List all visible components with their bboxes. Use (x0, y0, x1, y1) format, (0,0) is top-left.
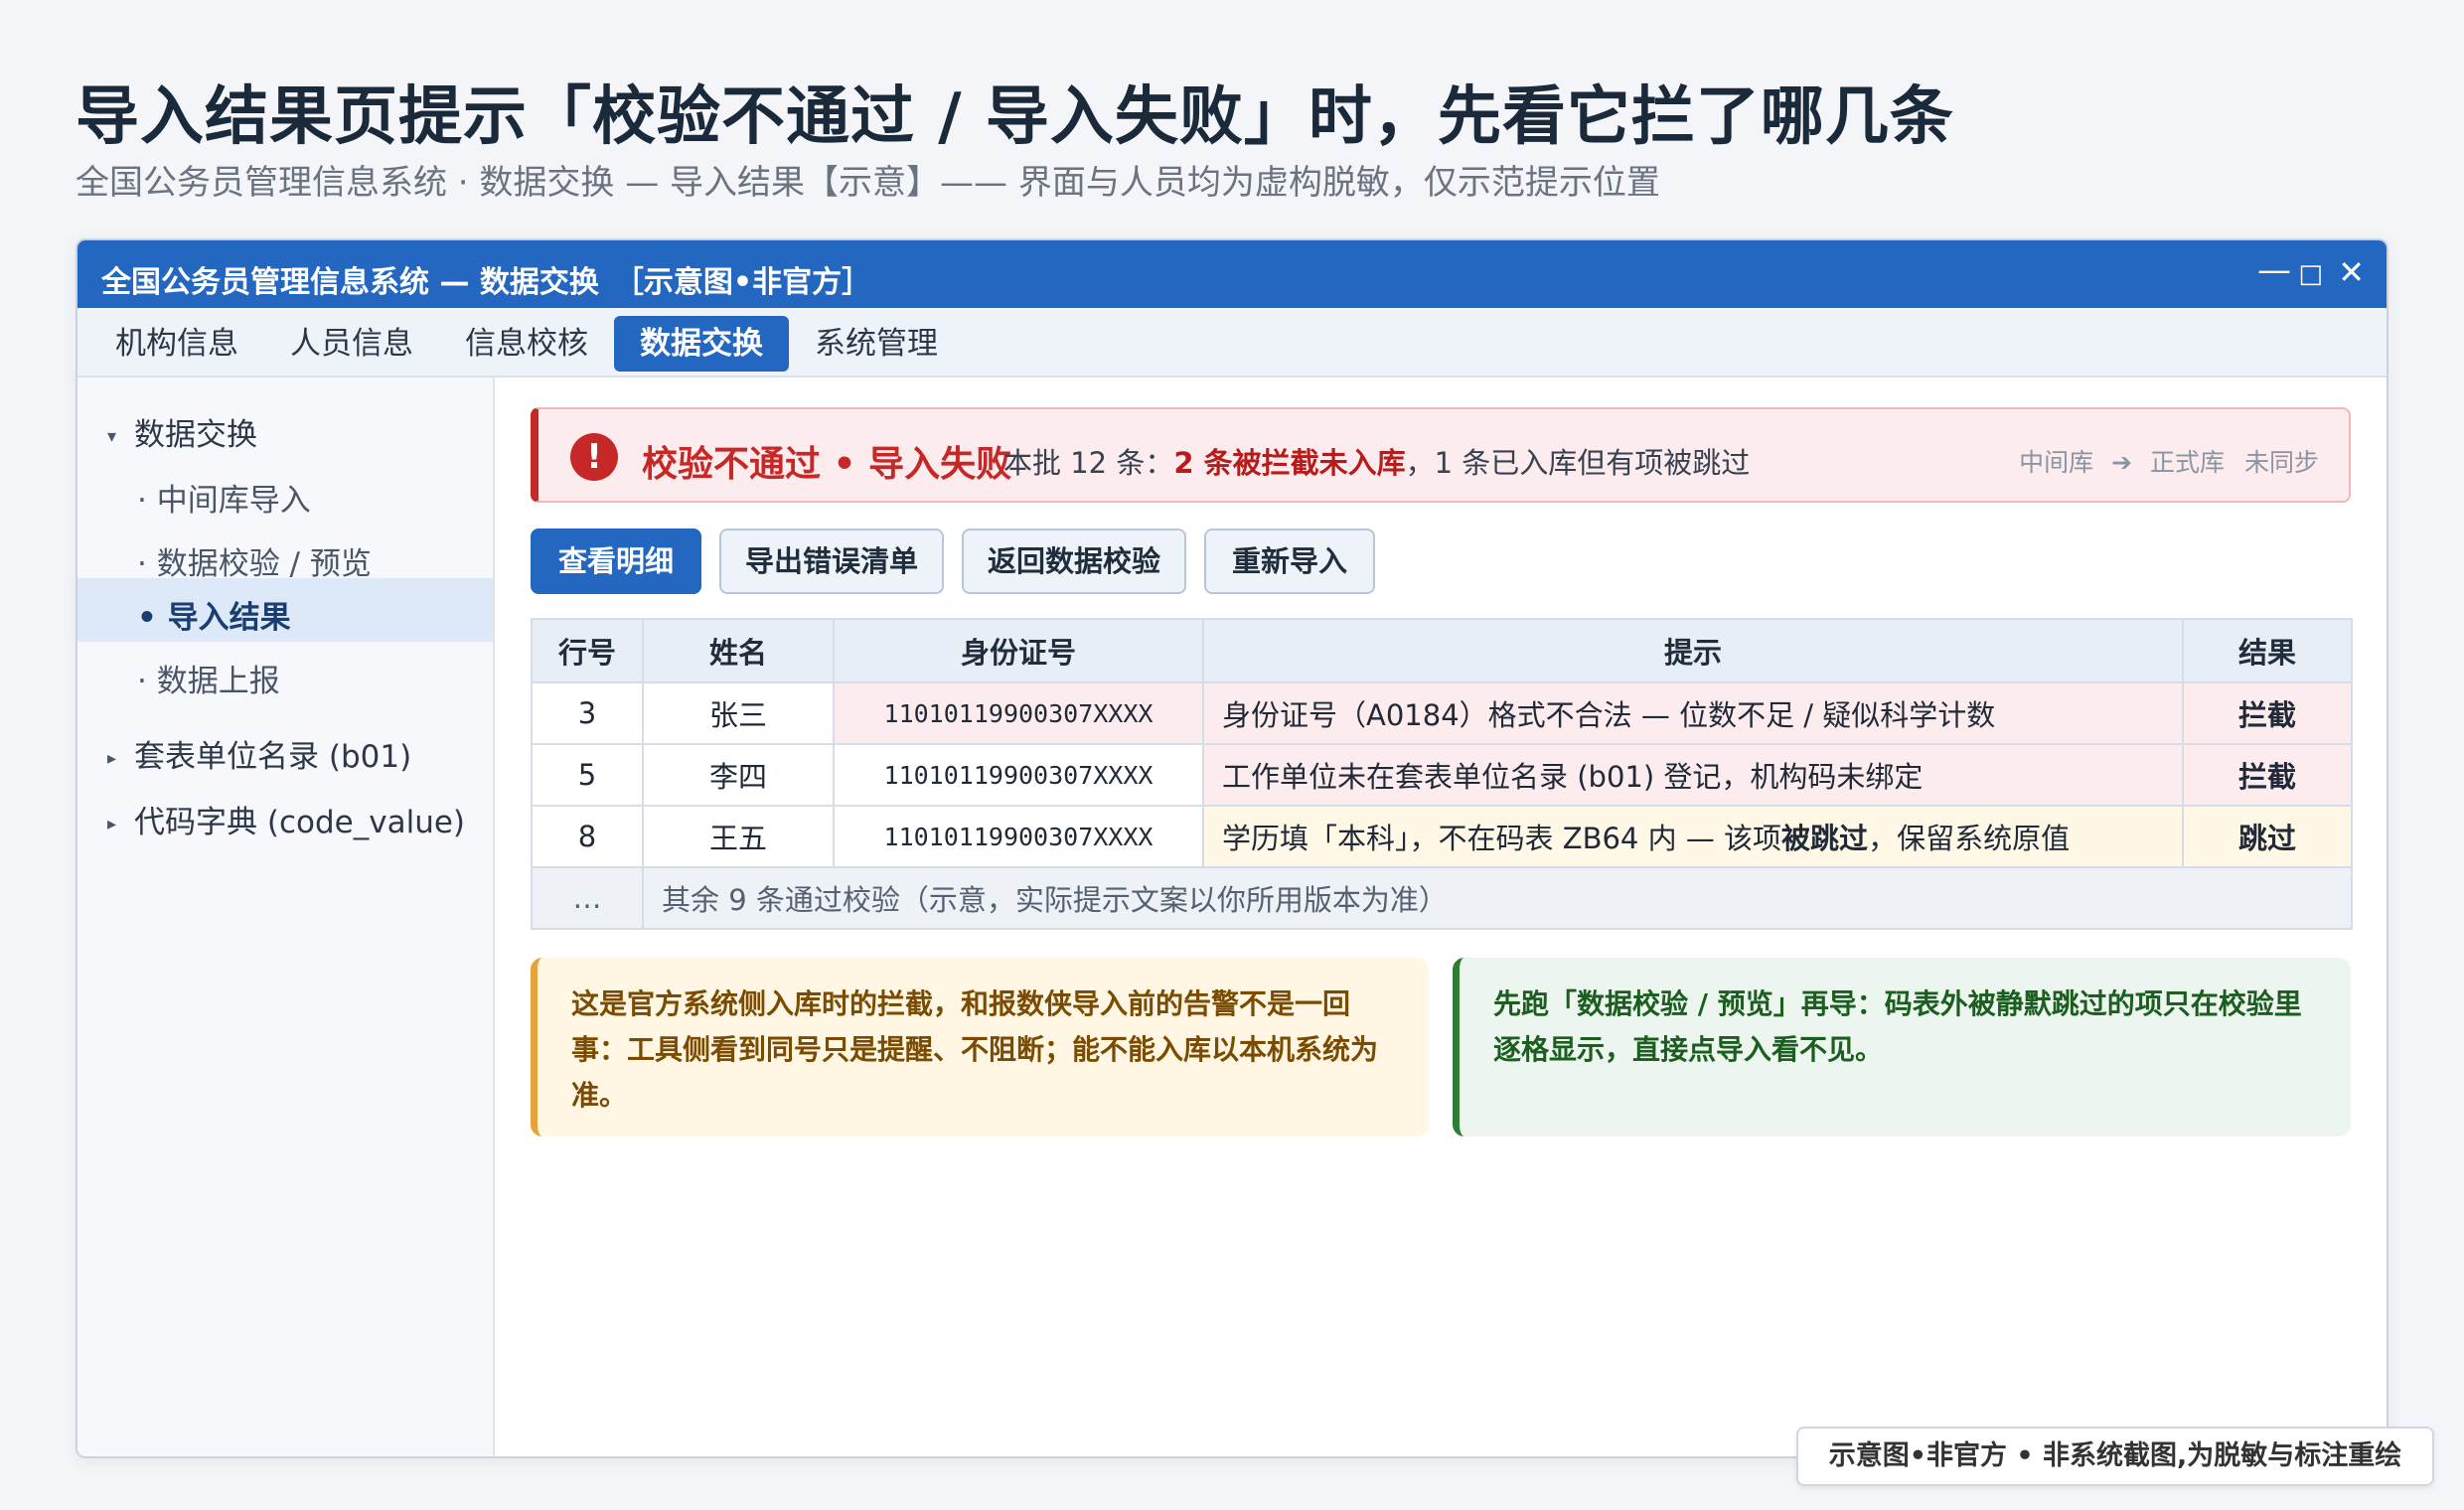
view-details-button[interactable]: 查看明细 (531, 528, 701, 594)
table-row[interactable]: 8 王五 11010119900307XXXX 学历填「本科」，不在码表 ZB6… (531, 805, 2353, 868)
result-badge: 拦截 (2182, 743, 2353, 807)
menu-item-system-admin[interactable]: 系统管理 (789, 316, 964, 372)
menu-bar: 机构信息 人员信息 信息校核 数据交换 系统管理 (77, 308, 2387, 378)
id-number-cell: 11010119900307XXXX (833, 805, 1204, 868)
table-row[interactable]: 3 张三 11010119900307XXXX 身份证号（A0184）格式不合法… (531, 681, 2353, 745)
sidebar-item-label: 代码字典 (code_value) (134, 805, 466, 840)
disclaimer-stamp: 示意图•非官方 • 非系统截图,为脱敏与标注重绘 (1796, 1427, 2434, 1486)
hint-cell: 学历填「本科」，不在码表 ZB64 内 — 该项被跳过，保留系统原值 (1202, 805, 2184, 868)
alert-detail-suffix: ，1 条已入库但有项被跳过 (1405, 446, 1751, 480)
hint-text: ，保留系统原值 (1868, 822, 2071, 855)
hint-text: 学历填「本科」，不在码表 ZB64 内 — 该项 (1222, 822, 1782, 855)
flow-to: 正式库 (2150, 448, 2226, 477)
page-subtitle: 全国公务员管理信息系统 · 数据交换 — 导入结果【示意】—— 界面与人员均为虚… (76, 163, 1660, 203)
hint-cell: 身份证号（A0184）格式不合法 — 位数不足 / 疑似科学计数 (1202, 681, 2184, 745)
page-title: 导入结果页提示「校验不通过 / 导入失败」时，先看它拦了哪几条 (76, 80, 1954, 154)
error-alert-banner: ! 校验不通过 • 导入失败 本批 12 条：2 条被拦截未入库，1 条已入库但… (531, 407, 2351, 503)
summary-cell: 其余 9 条通过校验（示意，实际提示文案以你所用版本为准） (642, 866, 2353, 930)
arrow-right-icon: ➔ (2111, 448, 2133, 477)
table-row[interactable]: 5 李四 11010119900307XXXX 工作单位未在套表单位名录 (b0… (531, 743, 2353, 807)
alert-detail-prefix: 本批 12 条： (1003, 446, 1174, 480)
close-icon[interactable]: ✕ (2338, 252, 2365, 292)
id-number-cell: 11010119900307XXXX (833, 681, 1204, 745)
chevron-right-icon: ▸ (107, 748, 117, 769)
row-number-cell: 5 (531, 743, 644, 807)
minimize-icon[interactable]: — (2257, 250, 2291, 290)
menu-item-info-check[interactable]: 信息校核 (439, 316, 614, 372)
flow-status: 未同步 (2243, 448, 2319, 477)
sync-flow-status: 中间库 ➔ 正式库 未同步 (2019, 443, 2319, 479)
name-cell: 张三 (642, 681, 835, 745)
column-header: 提示 (1202, 618, 2184, 683)
sidebar-item-label: 套表单位名录 (b01) (134, 739, 412, 775)
hint-emphasis: 被跳过 (1781, 822, 1869, 855)
error-icon: ! (570, 433, 618, 481)
sidebar-group-data-exchange[interactable]: ▾ 数据交换 (107, 409, 257, 454)
sidebar-item-staging-import[interactable]: · 中间库导入 (137, 475, 311, 520)
note-card-official-block: 这是官方系统侧入库时的拦截，和报数侠导入前的告警不是一回事：工具侧看到同号只是提… (531, 958, 1429, 1136)
sidebar-item-label: 数据交换 (134, 417, 258, 453)
flow-from: 中间库 (2019, 448, 2094, 477)
chevron-right-icon: ▸ (107, 814, 117, 834)
back-to-validation-button[interactable]: 返回数据校验 (962, 528, 1186, 594)
row-number-cell: … (531, 866, 644, 930)
app-window: 全国公务员管理信息系统 — 数据交换 ［示意图•非官方］ — □ ✕ 机构信息 … (76, 238, 2388, 1458)
maximize-icon[interactable]: □ (2298, 254, 2323, 294)
sidebar-item-data-validation[interactable]: · 数据校验 / 预览 (137, 538, 372, 583)
alert-title: 校验不通过 • 导入失败 (642, 444, 1012, 485)
name-cell: 王五 (642, 805, 835, 868)
id-number-cell: 11010119900307XXXX (833, 743, 1204, 807)
result-badge: 跳过 (2182, 805, 2353, 868)
row-number-cell: 3 (531, 681, 644, 745)
menu-item-personnel-info[interactable]: 人员信息 (264, 316, 439, 372)
window-title: 全国公务员管理信息系统 — 数据交换 ［示意图•非官方］ (101, 265, 872, 300)
result-badge: 拦截 (2182, 681, 2353, 745)
menu-item-data-exchange[interactable]: 数据交换 (614, 316, 789, 372)
table-header-row: 行号 姓名 身份证号 提示 结果 (531, 618, 2353, 683)
name-cell: 李四 (642, 743, 835, 807)
import-result-table: 行号 姓名 身份证号 提示 结果 3 张三 11010119900307XXXX… (531, 618, 2353, 930)
alert-detail-blocked: 2 条被拦截未入库 (1173, 446, 1406, 480)
window-titlebar: 全国公务员管理信息系统 — 数据交换 ［示意图•非官方］ — □ ✕ (77, 240, 2387, 308)
note-card-validate-first: 先跑「数据校验 / 预览」再导：码表外被静默跳过的项只在校验里逐格显示，直接点导… (1453, 958, 2351, 1136)
sidebar-item-data-report[interactable]: · 数据上报 (137, 656, 280, 700)
sidebar-group-code-dictionary[interactable]: ▸ 代码字典 (code_value) (107, 797, 465, 841)
sidebar: ▾ 数据交换 · 中间库导入 · 数据校验 / 预览 • 导入结果 · 数据上报 … (77, 378, 495, 1456)
menu-item-org-info[interactable]: 机构信息 (89, 316, 264, 372)
reimport-button[interactable]: 重新导入 (1204, 528, 1375, 594)
alert-detail: 本批 12 条：2 条被拦截未入库，1 条已入库但有项被跳过 (1003, 440, 1750, 482)
hint-cell: 工作单位未在套表单位名录 (b01) 登记，机构码未绑定 (1202, 743, 2184, 807)
row-number-cell: 8 (531, 805, 644, 868)
column-header: 结果 (2182, 618, 2353, 683)
sidebar-group-unit-directory[interactable]: ▸ 套表单位名录 (b01) (107, 731, 411, 776)
sidebar-item-import-result[interactable]: • 导入结果 (137, 592, 291, 637)
chevron-down-icon: ▾ (107, 426, 117, 447)
export-errors-button[interactable]: 导出错误清单 (719, 528, 944, 594)
column-header: 行号 (531, 618, 644, 683)
column-header: 姓名 (642, 618, 835, 683)
column-header: 身份证号 (833, 618, 1204, 683)
table-summary-row: … 其余 9 条通过校验（示意，实际提示文案以你所用版本为准） (531, 866, 2353, 930)
